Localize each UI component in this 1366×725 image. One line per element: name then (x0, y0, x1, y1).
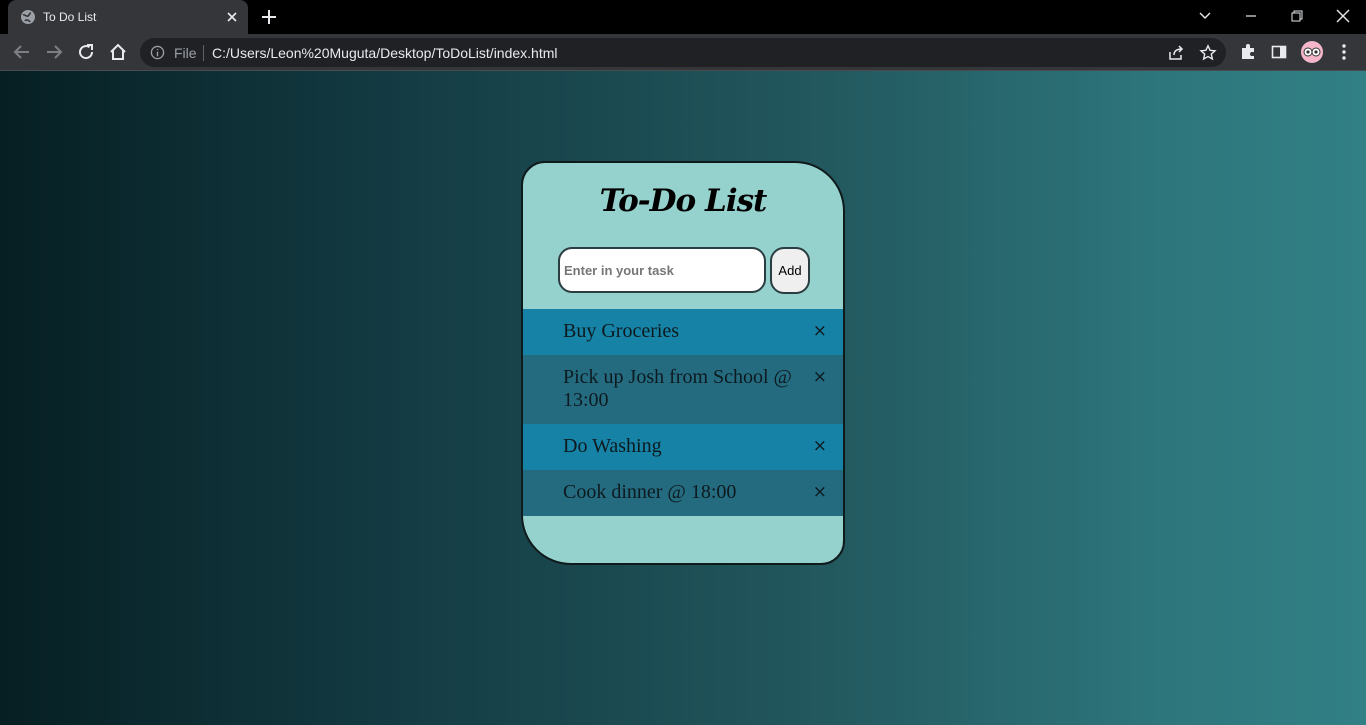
minimize-button[interactable] (1228, 0, 1274, 32)
reload-button[interactable] (74, 40, 98, 64)
remove-task-icon[interactable]: × (813, 369, 827, 386)
close-window-button[interactable] (1320, 0, 1366, 32)
globe-icon (21, 10, 35, 24)
new-tab-icon[interactable] (260, 8, 278, 26)
extensions-button[interactable] (1238, 42, 1258, 62)
restore-button[interactable] (1274, 0, 1320, 32)
reload-icon (79, 44, 94, 60)
chevron-down-icon (1199, 12, 1211, 19)
todo-card: To-Do List Add Buy Groceries × Pick up J… (521, 161, 845, 565)
browser-tab[interactable]: To Do List (8, 0, 248, 34)
file-label: File (174, 45, 197, 61)
home-icon (110, 43, 126, 60)
add-task-button[interactable]: Add (770, 247, 810, 294)
remove-task-icon[interactable]: × (813, 438, 827, 455)
close-tab-icon[interactable] (224, 9, 240, 25)
task-list: Buy Groceries × Pick up Josh from School… (523, 309, 843, 516)
kebab-menu-icon (1342, 44, 1346, 60)
close-icon (1336, 9, 1350, 23)
home-button[interactable] (106, 40, 130, 64)
task-item[interactable]: Buy Groceries × (523, 309, 843, 355)
task-item[interactable]: Pick up Josh from School @ 13:00 × (523, 355, 843, 424)
remove-task-icon[interactable]: × (813, 484, 827, 501)
puzzle-icon (1242, 44, 1254, 59)
task-text: Cook dinner @ 18:00 (563, 481, 737, 503)
task-item[interactable]: Do Washing × (523, 424, 843, 470)
remove-task-icon[interactable]: × (813, 323, 827, 340)
task-item[interactable]: Cook dinner @ 18:00 × (523, 470, 843, 516)
restore-icon (1291, 10, 1303, 22)
forward-button[interactable] (42, 40, 66, 64)
url-text[interactable]: C:/Users/Leon%20Muguta/Desktop/ToDoList/… (212, 45, 558, 61)
page-viewport: To-Do List Add Buy Groceries × Pick up J… (0, 71, 1366, 725)
arrow-right-icon (47, 45, 63, 59)
tab-search-button[interactable] (1182, 0, 1228, 32)
task-text: Pick up Josh from School @ 13:00 (563, 366, 792, 411)
avatar-icon (1303, 47, 1321, 57)
browser-toolbar: File C:/Users/Leon%20Muguta/Desktop/ToDo… (0, 34, 1366, 71)
address-bar[interactable]: File C:/Users/Leon%20Muguta/Desktop/ToDo… (140, 38, 1226, 67)
app-title: To-Do List (599, 183, 768, 219)
back-button[interactable] (10, 40, 34, 64)
tab-title: To Do List (43, 10, 97, 24)
star-icon[interactable] (1199, 44, 1217, 62)
task-input[interactable] (558, 247, 766, 293)
side-panel-button[interactable] (1269, 42, 1289, 62)
address-separator (203, 45, 204, 61)
arrow-left-icon (13, 45, 29, 59)
tab-strip: To Do List (0, 0, 1366, 34)
share-icon[interactable] (1167, 44, 1185, 62)
task-text: Do Washing (563, 435, 662, 457)
minimize-icon (1246, 15, 1256, 17)
task-text: Buy Groceries (563, 320, 680, 342)
info-icon[interactable] (150, 45, 165, 60)
side-panel-icon (1271, 45, 1287, 59)
menu-button[interactable] (1334, 42, 1354, 62)
profile-avatar[interactable] (1301, 41, 1323, 63)
